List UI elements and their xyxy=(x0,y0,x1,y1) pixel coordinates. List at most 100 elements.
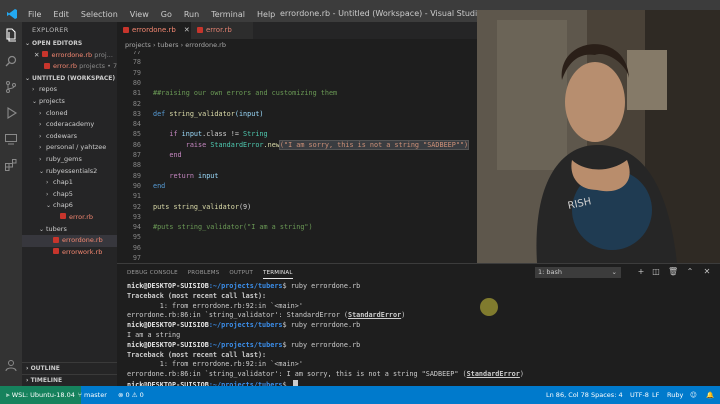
tab-terminal[interactable]: TERMINAL xyxy=(263,268,293,279)
chevron-right-icon: › xyxy=(39,109,42,117)
menu-view[interactable]: View xyxy=(124,9,155,21)
webcam-person-image: RISH xyxy=(477,10,720,263)
breadcrumb[interactable]: projects › tubers › errordone.rb xyxy=(117,39,477,51)
chevron-down-icon: ⌄ xyxy=(39,225,45,233)
code-line: 86 raise StandardError.new("I am sorry, … xyxy=(132,139,470,150)
encoding[interactable]: UTF-8 xyxy=(630,386,649,404)
close-icon[interactable]: ✕ xyxy=(184,26,190,34)
ruby-file-icon xyxy=(197,26,203,33)
tree-folder-codewars[interactable]: › codewars xyxy=(22,131,117,143)
tree-folder-coderacademy[interactable]: › coderacademy xyxy=(22,119,117,131)
tree-folder-tubers[interactable]: ⌄ tubers xyxy=(22,224,117,236)
menu-help[interactable]: Help xyxy=(251,9,281,21)
code-line: 80 xyxy=(132,78,141,87)
code-line: 78 xyxy=(132,58,141,67)
tree-file-errordone-rb[interactable]: errordone.rb xyxy=(22,235,117,247)
chevron-right-icon: › xyxy=(32,86,35,94)
tab-error-rb[interactable]: error.rb xyxy=(191,22,253,39)
code-line: 83 def string_validator(input) xyxy=(132,109,264,118)
menu-file[interactable]: File xyxy=(22,9,47,21)
explorer-icon[interactable] xyxy=(4,28,18,42)
menu-go[interactable]: Go xyxy=(155,9,178,21)
indentation[interactable]: Spaces: 4 xyxy=(591,386,623,404)
menu-selection[interactable]: Selection xyxy=(75,9,124,21)
tab-problems[interactable]: PROBLEMS xyxy=(188,268,220,279)
problems-indicator[interactable]: ⊗ 0 ⚠ 0 xyxy=(118,386,144,404)
terminal-line: errordone.rb:86:in `string_validator': I… xyxy=(127,370,524,379)
tree-folder-chap1[interactable]: › chap1 xyxy=(22,177,117,189)
git-branch[interactable]: ⑂ master xyxy=(78,386,107,404)
account-icon[interactable] xyxy=(4,358,18,372)
chevron-down-icon: ⌄ xyxy=(39,167,45,175)
terminal-line: nick@DESKTOP-SUISIOB:~/projects/tubers$ … xyxy=(127,321,361,330)
code-line: 84 xyxy=(132,120,141,129)
cursor-position[interactable]: Ln 86, Col 78 xyxy=(546,386,589,404)
code-line: 81 ##raising our own errors and customizi… xyxy=(132,89,338,98)
tree-folder-ruby-gems[interactable]: › ruby_gems xyxy=(22,154,117,166)
workspace-section[interactable]: ⌄ UNTITLED (WORKSPACE) xyxy=(22,73,117,85)
chevron-down-icon: ⌄ xyxy=(25,74,31,82)
terminal-output[interactable]: nick@DESKTOP-SUISIOB:~/projects/tubers$ … xyxy=(127,282,717,390)
split-terminal-icon[interactable]: ◫ xyxy=(651,267,661,277)
chevron-right-icon: › xyxy=(39,155,42,163)
tree-folder-cloned[interactable]: › cloned xyxy=(22,108,117,120)
remote-indicator[interactable]: ⫸ WSL: Ubuntu-18.04 xyxy=(0,386,81,404)
tree-folder-projects[interactable]: ⌄ projects xyxy=(22,96,117,108)
chevron-down-icon: ⌄ xyxy=(25,40,31,47)
explorer-header: EXPLORER xyxy=(32,26,69,34)
notifications-icon[interactable]: 🔔 xyxy=(706,386,714,404)
code-line: 85 if input.class != String xyxy=(132,130,268,139)
terminal-line: nick@DESKTOP-SUISIOB:~/projects/tubers$ … xyxy=(127,282,361,290)
timeline-section[interactable]: › TIMELINE xyxy=(22,374,117,386)
tree-folder-chap5[interactable]: › chap5 xyxy=(22,189,117,201)
tree-folder-repos[interactable]: › repos xyxy=(22,84,117,96)
menu-bar: File Edit Selection View Go Run Terminal… xyxy=(22,9,281,21)
feedback-icon[interactable]: ☺ xyxy=(690,386,697,404)
close-icon[interactable]: ✕ xyxy=(34,51,39,59)
tree-file-error-rb[interactable]: error.rb xyxy=(22,212,117,224)
search-icon[interactable] xyxy=(4,54,18,68)
maximize-panel-icon[interactable]: ⌃ xyxy=(685,267,695,277)
open-editor-item[interactable]: error.rb projects • 7 xyxy=(22,61,117,73)
code-line: 95 xyxy=(132,233,141,242)
ruby-file-icon xyxy=(53,236,59,243)
code-line: 87 end xyxy=(132,151,182,159)
outline-section[interactable]: › OUTLINE xyxy=(22,362,117,374)
tree-folder-chap6[interactable]: ⌄ chap6 xyxy=(22,200,117,212)
chevron-right-icon: › xyxy=(26,377,29,384)
code-editor[interactable]: 77 78 79 80 81 ##raising our own errors a… xyxy=(117,51,477,263)
new-terminal-icon[interactable]: + xyxy=(636,267,646,277)
open-editors-section[interactable]: ⌄ OPEN EDITORS xyxy=(22,38,117,50)
chevron-right-icon: › xyxy=(39,121,42,129)
menu-terminal[interactable]: Terminal xyxy=(205,9,251,21)
tab-debug-console[interactable]: DEBUG CONSOLE xyxy=(127,268,178,279)
language-mode[interactable]: Ruby xyxy=(667,386,683,404)
line-ending[interactable]: LF xyxy=(652,386,659,404)
ruby-file-icon xyxy=(60,213,66,220)
tab-errordone-rb[interactable]: errordone.rb ✕ xyxy=(117,22,191,39)
extensions-icon[interactable] xyxy=(4,158,18,172)
open-editor-item[interactable]: ✕ errordone.rb proj... xyxy=(22,50,117,62)
run-debug-icon[interactable] xyxy=(4,106,18,120)
tree-file-errorwork-rb[interactable]: errorwork.rb xyxy=(22,247,117,259)
menu-edit[interactable]: Edit xyxy=(47,9,75,21)
ruby-file-icon xyxy=(44,62,50,69)
remote-explorer-icon[interactable] xyxy=(4,132,18,146)
activity-bar xyxy=(0,22,22,386)
code-line: 97 xyxy=(132,254,141,262)
explorer-sidebar: EXPLORER ⌄ OPEN EDITORS ✕ errordone.rb pro… xyxy=(22,22,117,386)
code-line: 94 #puts string_validator("I am a string"… xyxy=(132,223,313,232)
code-line: 79 xyxy=(132,68,141,77)
close-panel-icon[interactable]: ✕ xyxy=(702,267,712,277)
source-control-icon[interactable] xyxy=(4,80,18,94)
trash-icon[interactable]: 🗑 xyxy=(668,267,678,277)
menu-run[interactable]: Run xyxy=(178,9,205,21)
chevron-right-icon: › xyxy=(39,132,42,140)
chevron-down-icon: ⌄ xyxy=(46,202,52,210)
terminal-select[interactable]: 1: bash ⌄ xyxy=(535,267,621,278)
tree-folder-personal[interactable]: › personal / yahtzee xyxy=(22,142,117,154)
terminal-line: errordone.rb:86:in `string_validator': S… xyxy=(127,311,406,320)
tree-folder-rubyessentials2[interactable]: ⌄ rubyessentials2 xyxy=(22,166,117,178)
ruby-file-icon xyxy=(42,51,49,58)
tab-output[interactable]: OUTPUT xyxy=(229,268,253,279)
